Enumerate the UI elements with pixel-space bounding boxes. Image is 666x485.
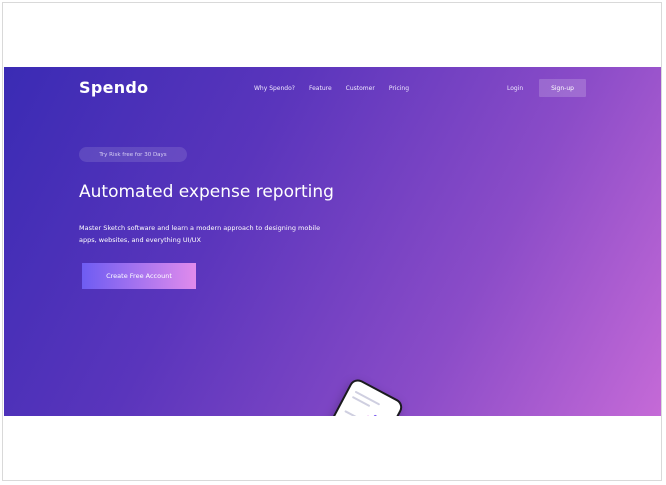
nav-item-why-spendo[interactable]: Why Spendo? (254, 85, 295, 92)
nav-item-customer[interactable]: Customer (346, 85, 375, 92)
hero-section: Spendo Why Spendo? Feature Customer Pric… (4, 67, 661, 416)
phone-screen-dot (373, 414, 378, 416)
main-nav: Why Spendo? Feature Customer Pricing (254, 85, 409, 92)
signup-button[interactable]: Sign-up (539, 79, 586, 97)
phone-mockup-image (314, 376, 406, 416)
create-account-button[interactable]: Create Free Account (82, 263, 196, 289)
login-link[interactable]: Login (507, 85, 523, 92)
nav-item-feature[interactable]: Feature (309, 85, 332, 92)
trial-badge: Try Risk free for 30 Days (79, 147, 187, 162)
hero-headline: Automated expense reporting (79, 182, 334, 202)
brand-logo[interactable]: Spendo (79, 78, 148, 97)
hero-subtext: Master Sketch software and learn a moder… (79, 224, 321, 244)
nav-item-pricing[interactable]: Pricing (389, 85, 409, 92)
phone-screen-dot (366, 415, 371, 416)
